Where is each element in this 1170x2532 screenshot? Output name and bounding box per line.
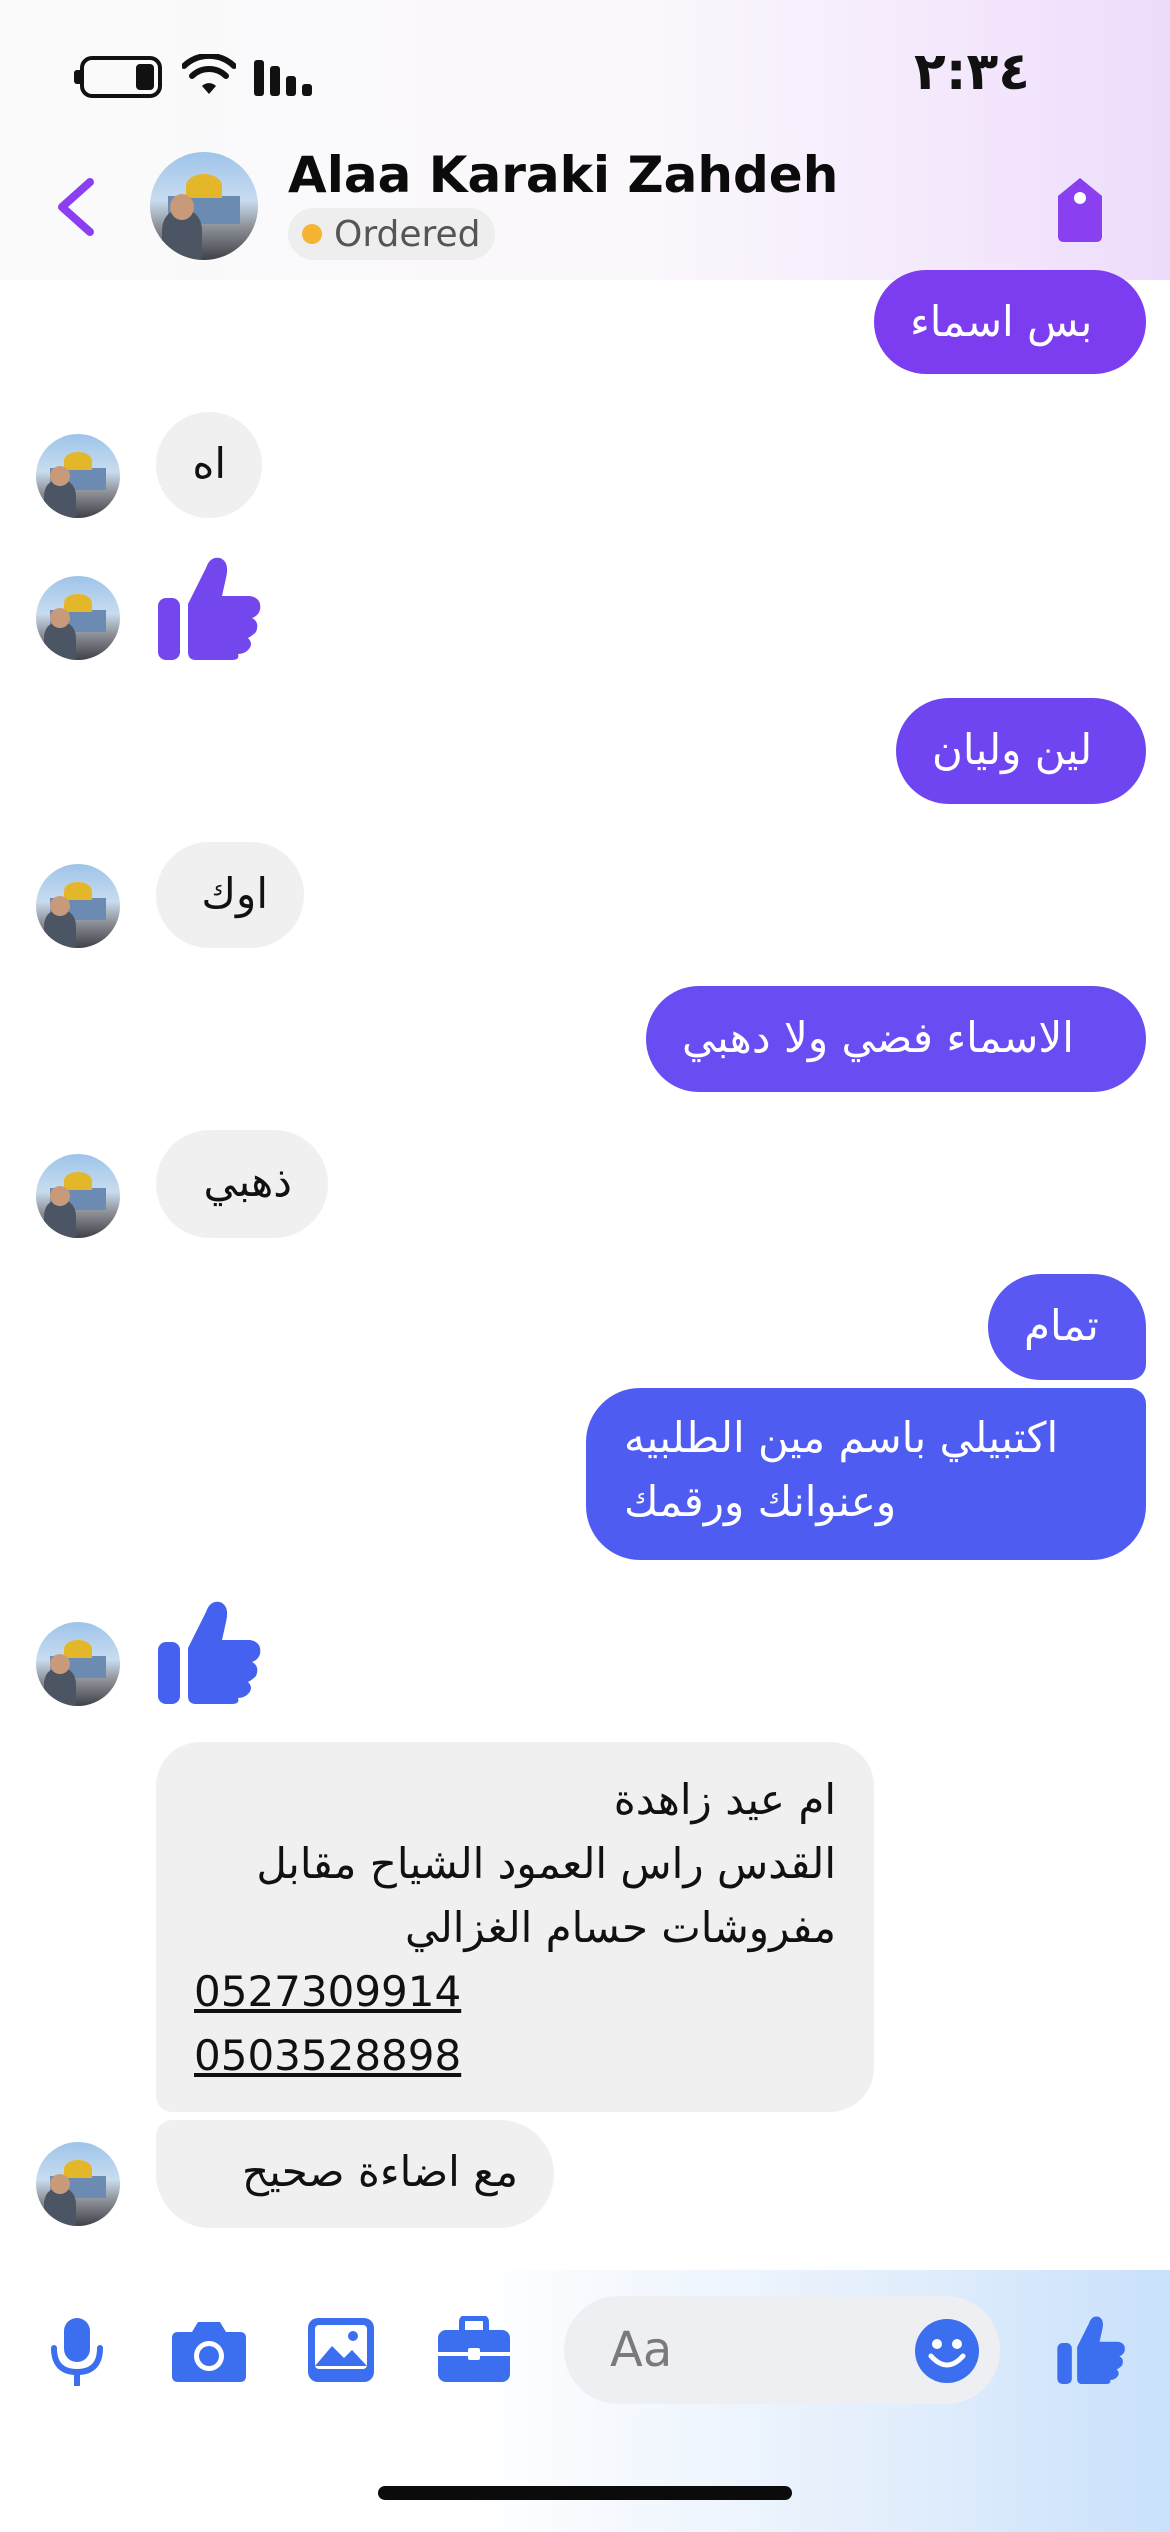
message-line: مفروشات حسام الغزالي [404,1903,836,1952]
outgoing-message[interactable]: بس اسماء [874,270,1146,374]
cellular-signal-icon [254,60,312,96]
thumbs-up-icon[interactable] [1056,2312,1126,2386]
contact-name[interactable]: Alaa Karaki Zahdeh [288,146,838,204]
sender-avatar[interactable] [36,1154,120,1238]
outgoing-message[interactable]: لين وليان [896,698,1146,804]
order-status-badge[interactable]: Ordered [288,208,495,260]
message-input-placeholder: Aa [610,2322,673,2378]
sender-avatar[interactable] [36,1622,120,1706]
order-status-label: Ordered [334,213,481,255]
gallery-icon[interactable] [306,2316,376,2384]
message-line: اكتبيلي باسم مين الطلبيه [624,1413,1059,1462]
tag-icon[interactable] [1050,174,1110,246]
microphone-icon[interactable] [48,2316,106,2388]
home-indicator[interactable] [378,2486,792,2500]
incoming-message[interactable]: ام عيد زاهدة القدس راس العمود الشياح مقا… [156,1742,874,2112]
emoji-icon[interactable] [914,2318,980,2384]
incoming-message[interactable]: اوك [156,842,304,948]
sender-avatar[interactable] [36,2142,120,2226]
message-line: القدس راس العمود الشياح مقابل [256,1839,836,1888]
phone-link[interactable]: 0527309914 [194,1960,836,2024]
incoming-message[interactable]: اه [156,412,262,518]
outgoing-message[interactable]: تمام [988,1274,1146,1380]
camera-icon[interactable] [170,2318,248,2384]
message-line: ام عيد زاهدة [613,1775,836,1824]
battery-icon [80,56,162,98]
message-line: وعنوانك ورقمك [624,1477,897,1526]
sender-avatar[interactable] [36,864,120,948]
outgoing-message[interactable]: اكتبيلي باسم مين الطلبيه وعنوانك ورقمك [586,1388,1146,1560]
thumbs-up-icon[interactable] [156,1596,262,1706]
incoming-message[interactable]: ذهبي [156,1130,328,1238]
outgoing-message[interactable]: الاسماء فضي ولا دهبي [646,986,1146,1092]
contact-avatar[interactable] [150,152,258,260]
sender-avatar[interactable] [36,434,120,518]
briefcase-icon[interactable] [436,2316,512,2384]
status-time: ٢:٣٤ [913,42,1030,102]
incoming-message[interactable]: مع اضاءة صحيح [156,2120,554,2228]
status-bar: ٢:٣٤ [0,0,1170,150]
phone-link[interactable]: 0503528898 [194,2024,836,2088]
wifi-icon [182,54,236,94]
back-chevron-icon[interactable] [52,176,98,238]
sender-avatar[interactable] [36,576,120,660]
thumbs-up-icon[interactable] [156,552,262,662]
status-dot [302,224,322,244]
